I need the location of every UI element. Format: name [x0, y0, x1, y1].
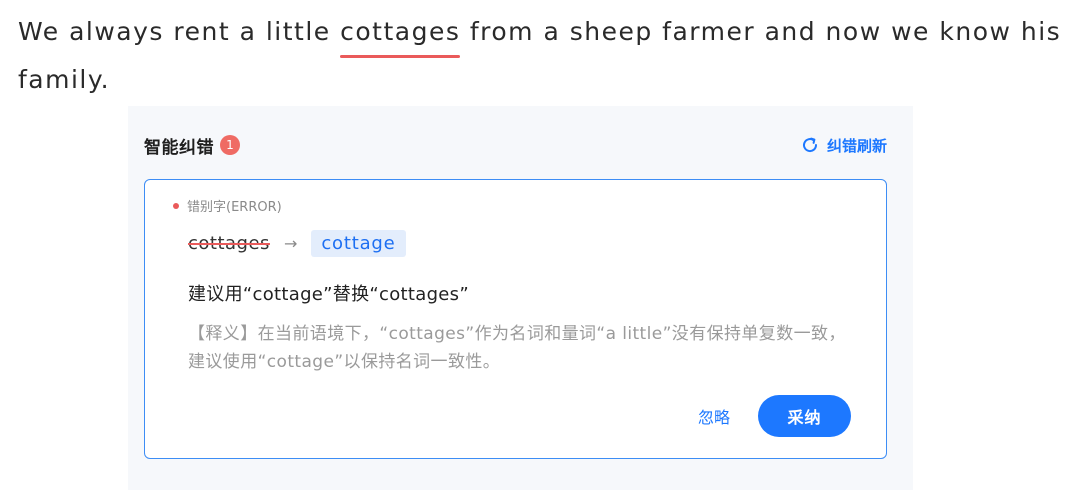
refresh-icon: [803, 137, 817, 153]
smart-correction-panel: 智能纠错 1 纠错刷新 错别字(ERROR) cottages → cottag…: [128, 106, 913, 490]
error-category: 错别字(ERROR): [173, 196, 282, 215]
sentence-text-before: We always rent a little: [18, 17, 341, 46]
error-dot-icon: [173, 202, 179, 209]
arrow-right-icon: →: [283, 234, 298, 253]
panel-title: 智能纠错: [144, 137, 214, 158]
correction-row: cottages → cottage: [188, 230, 406, 257]
refresh-button[interactable]: 纠错刷新: [801, 135, 887, 156]
ignore-button[interactable]: 忽略: [698, 404, 730, 428]
document-sentence: We always rent a little cottages from a …: [18, 8, 1068, 104]
correction-card[interactable]: 错别字(ERROR) cottages → cottage 建议用“cottag…: [144, 179, 887, 459]
adopt-button[interactable]: 采纳: [758, 395, 851, 437]
flagged-word[interactable]: cottages: [340, 8, 461, 58]
refresh-label: 纠错刷新: [826, 136, 887, 155]
suggested-word[interactable]: cottage: [311, 230, 406, 257]
explanation-text: 【释义】在当前语境下，“cottages”作为名词和量词“a little”没有…: [188, 324, 846, 372]
suggestion-text: 建议用“cottage”替换“cottages”: [188, 284, 469, 305]
original-word: cottages: [188, 233, 270, 254]
error-count-badge: 1: [220, 135, 240, 155]
panel-header: 智能纠错 1 纠错刷新: [144, 130, 887, 160]
error-category-label: 错别字(ERROR): [187, 200, 282, 215]
